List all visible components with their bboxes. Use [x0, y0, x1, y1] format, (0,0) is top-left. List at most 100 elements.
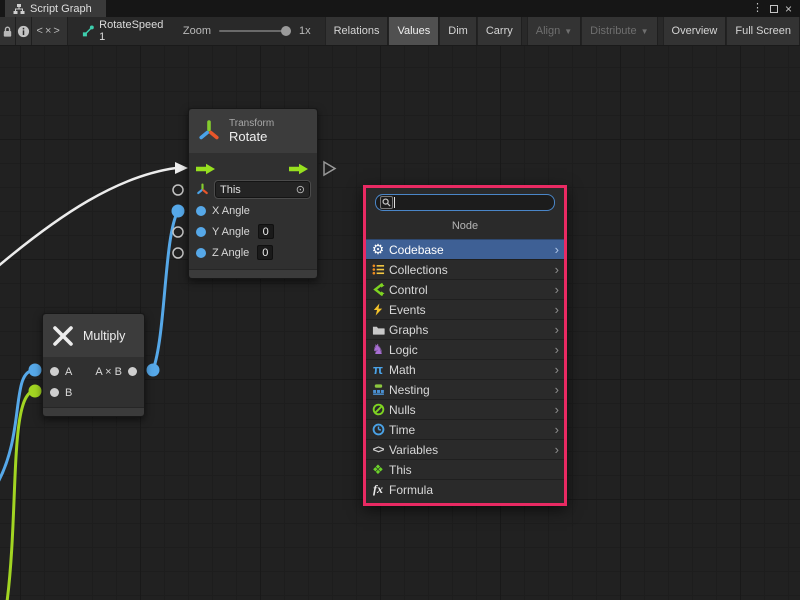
full-screen-button[interactable]: Full Screen: [726, 17, 800, 46]
chevron-down-icon: ▼: [564, 27, 572, 36]
dim-button[interactable]: Dim: [439, 17, 477, 46]
flow-output-arrow-icon[interactable]: [289, 163, 310, 175]
rotate-node-footer: [189, 269, 317, 278]
node-multiply[interactable]: Multiply A A × B B: [42, 313, 145, 417]
zoom-slider-handle[interactable]: [281, 26, 291, 36]
unity-visual-scripting-window: Script Graph ⋮ × <×>: [0, 0, 800, 600]
window-menu-icon[interactable]: ⋮: [752, 3, 763, 14]
wire-into-multiply-b[interactable]: [7, 391, 35, 600]
output-label: A × B: [95, 366, 122, 378]
flow-port-row: [189, 158, 317, 179]
zoom-slider[interactable]: [219, 30, 291, 32]
finder-item-logic[interactable]: ♞ Logic ›: [366, 339, 564, 359]
chevron-right-icon: ›: [555, 343, 559, 356]
finder-item-math[interactable]: π Math ›: [366, 359, 564, 379]
align-dropdown[interactable]: Align ▼: [527, 17, 581, 46]
info-icon: [17, 25, 30, 38]
carry-button[interactable]: Carry: [477, 17, 522, 46]
multiply-node-body: A A × B B: [43, 357, 144, 407]
transform-axes-icon: [197, 119, 221, 143]
graph-toolbar: <×> RotateSpeed 1 Zoom 1x Relations Valu…: [0, 17, 800, 46]
finder-item-variables[interactable]: <> Variables ›: [366, 439, 564, 459]
b-dot-icon[interactable]: [50, 388, 59, 397]
chevron-right-icon: ›: [555, 283, 559, 296]
multiply-node-header[interactable]: Multiply: [43, 314, 144, 357]
finder-list: ⚙ Codebase › Collections ›: [366, 239, 564, 503]
finder-item-this[interactable]: ❖ This: [366, 459, 564, 479]
nesting-icon: [370, 382, 386, 397]
multiply-a-row: A A × B: [43, 361, 144, 382]
z-angle-label: Z Angle: [212, 247, 249, 259]
chevron-right-icon: ›: [555, 403, 559, 416]
this-object-field[interactable]: This ⊙: [215, 181, 310, 198]
code-preview-button[interactable]: <×>: [32, 17, 68, 46]
finder-item-control[interactable]: Control ›: [366, 279, 564, 299]
overview-button[interactable]: Overview: [663, 17, 727, 46]
gear-icon: ⚙: [370, 242, 386, 257]
script-graph-icon: [82, 24, 95, 38]
multiply-output-group: A × B: [95, 366, 137, 378]
finder-item-formula[interactable]: fx Formula: [366, 479, 564, 499]
distribute-dropdown[interactable]: Distribute ▼: [581, 17, 657, 46]
node-search-input[interactable]: [398, 196, 550, 209]
finder-header: Node: [366, 211, 564, 239]
finder-item-events[interactable]: Events ›: [366, 299, 564, 319]
control-flow-icon: [370, 282, 386, 297]
close-icon[interactable]: ×: [785, 3, 792, 15]
relations-button[interactable]: Relations: [325, 17, 389, 46]
port-multiply-output[interactable]: [147, 364, 160, 377]
finder-search-row: [366, 188, 564, 211]
chevron-right-icon: ›: [555, 363, 559, 376]
object-picker-icon[interactable]: ⊙: [296, 183, 305, 196]
lock-icon: [1, 25, 14, 38]
this-port-row: This ⊙: [189, 179, 317, 200]
output-dot-icon[interactable]: [128, 367, 137, 376]
a-label: A: [65, 366, 72, 378]
this-field-value: This: [220, 184, 241, 196]
rotate-node-header[interactable]: Transform Rotate: [189, 109, 317, 153]
flow-input-arrow-icon[interactable]: [196, 163, 217, 175]
port-flow-output-triangle[interactable]: [324, 162, 335, 175]
tab-script-graph[interactable]: Script Graph: [5, 0, 106, 17]
maximize-icon[interactable]: [770, 5, 778, 13]
port-x-angle-input[interactable]: [172, 205, 185, 218]
port-multiply-b-input[interactable]: [29, 385, 42, 398]
chevron-right-icon: ›: [555, 243, 559, 256]
finder-search-field[interactable]: [375, 194, 555, 211]
finder-item-time[interactable]: Time ›: [366, 419, 564, 439]
y-angle-dot-icon[interactable]: [196, 227, 206, 237]
finder-item-codebase[interactable]: ⚙ Codebase ›: [366, 239, 564, 259]
node-title: Multiply: [83, 329, 125, 343]
y-angle-value-field[interactable]: 0: [258, 224, 274, 239]
knight-icon: ♞: [370, 342, 386, 357]
finder-item-graphs[interactable]: Graphs ›: [366, 319, 564, 339]
port-y-angle-input[interactable]: [173, 227, 183, 237]
wire-control-flow[interactable]: [0, 168, 176, 268]
port-this-input[interactable]: [173, 185, 183, 195]
node-category: Transform: [229, 118, 274, 129]
node-transform-rotate[interactable]: Transform Rotate: [188, 108, 318, 279]
zoom-label: Zoom: [183, 25, 211, 37]
x-angle-row: X Angle: [189, 200, 317, 221]
lock-button[interactable]: [0, 17, 16, 46]
chevron-right-icon: ›: [555, 263, 559, 276]
finder-item-nesting[interactable]: Nesting ›: [366, 379, 564, 399]
x-angle-dot-icon[interactable]: [196, 206, 206, 216]
z-angle-value-field[interactable]: 0: [257, 245, 273, 260]
chevron-right-icon: ›: [555, 323, 559, 336]
port-multiply-a-input[interactable]: [29, 364, 42, 377]
graph-canvas[interactable]: Transform Rotate: [0, 46, 800, 600]
multiply-node-footer: [43, 407, 144, 416]
zoom-control: Zoom 1x: [175, 25, 319, 37]
a-dot-icon[interactable]: [50, 367, 59, 376]
values-button[interactable]: Values: [388, 17, 439, 46]
list-icon: [370, 262, 386, 277]
folder-icon: [370, 322, 386, 337]
port-z-angle-input[interactable]: [173, 248, 183, 258]
graph-breadcrumb[interactable]: RotateSpeed 1: [68, 19, 175, 43]
z-angle-dot-icon[interactable]: [196, 248, 206, 258]
chevron-right-icon: ›: [555, 423, 559, 436]
info-button[interactable]: [16, 17, 32, 46]
finder-item-collections[interactable]: Collections ›: [366, 259, 564, 279]
finder-item-nulls[interactable]: Nulls ›: [366, 399, 564, 419]
